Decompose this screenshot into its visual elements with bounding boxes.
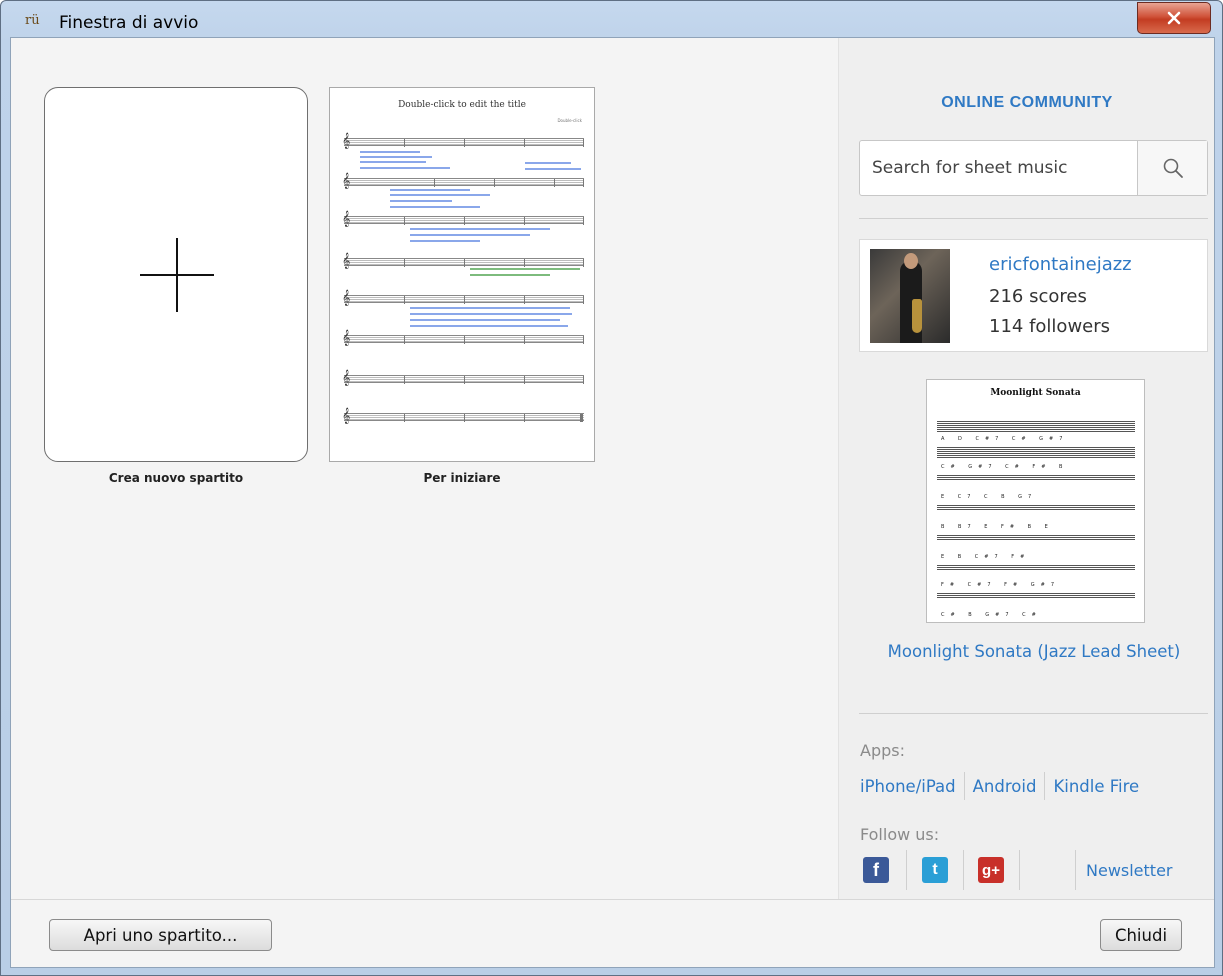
window-title: Finestra di avvio	[59, 13, 199, 33]
app-link-kindle-fire[interactable]: Kindle Fire	[1053, 777, 1139, 796]
thumbnail-staff: 𝄞	[342, 408, 584, 424]
divider	[859, 218, 1208, 219]
getting-started-thumbnail-title: Double-click to edit the title	[398, 100, 526, 110]
featured-score-thumbnail-title: Moonlight Sonata	[990, 388, 1081, 398]
user-score-count: 216 scores	[989, 286, 1087, 307]
follow-us-label: Follow us:	[860, 825, 940, 844]
search-icon	[1163, 158, 1183, 178]
thumbnail-staff: 𝄞	[342, 173, 584, 189]
open-score-button[interactable]: Apri uno spartito...	[49, 919, 272, 951]
templates-pane: Crea nuovo spartito Double-click to edit…	[11, 38, 838, 899]
dialog-button-bar: Apri uno spartito... Chiudi	[11, 899, 1214, 967]
featured-score-link[interactable]: Moonlight Sonata (Jazz Lead Sheet)	[879, 638, 1189, 666]
treble-clef-icon: 𝄞	[342, 133, 351, 149]
social-links: f t g+ Newsletter	[863, 850, 1173, 890]
newsletter-link[interactable]: Newsletter	[1086, 861, 1173, 880]
start-center-window: rü Finestra di avvio Crea nuovo spartito…	[0, 0, 1223, 976]
app-link-android[interactable]: Android	[973, 777, 1037, 796]
avatar[interactable]	[870, 249, 950, 343]
plus-icon	[140, 238, 214, 312]
thumbnail-staff: 𝄞	[342, 133, 584, 149]
google-plus-icon[interactable]: g+	[978, 857, 1004, 883]
close-button[interactable]: Chiudi	[1100, 919, 1182, 951]
thumbnail-staff: 𝄞	[342, 211, 584, 227]
search-button[interactable]	[1137, 141, 1207, 195]
app-links: iPhone/iPad Android Kindle Fire	[860, 772, 1139, 800]
create-new-score-label: Crea nuovo spartito	[108, 471, 244, 485]
window-close-button[interactable]	[1137, 2, 1211, 34]
thumbnail-staff: 𝄞	[342, 330, 584, 346]
twitter-icon[interactable]: t	[922, 857, 948, 883]
getting-started-thumbnail-composer: Double-click	[557, 118, 582, 123]
featured-user-card: ericfontainejazz 216 scores 114 follower…	[859, 239, 1208, 352]
sheet-music-search	[859, 140, 1208, 196]
username-link[interactable]: ericfontainejazz	[989, 254, 1132, 275]
client-area: Crea nuovo spartito Double-click to edit…	[10, 37, 1215, 968]
featured-score-thumbnail[interactable]: Moonlight Sonata A D C#7 C# G#7 C# G#7 C…	[926, 379, 1145, 623]
divider	[859, 713, 1208, 714]
title-bar[interactable]: rü Finestra di avvio	[1, 1, 1222, 37]
create-new-score-tile[interactable]	[44, 87, 308, 462]
musescore-app-icon: rü	[25, 13, 40, 28]
online-community-pane: ONLINE COMMUNITY ericfontainejazz 216 sc…	[838, 38, 1214, 899]
user-follower-count: 114 followers	[989, 316, 1111, 337]
facebook-icon[interactable]: f	[863, 857, 889, 883]
close-icon	[1167, 11, 1181, 25]
app-link-iphone-ipad[interactable]: iPhone/iPad	[860, 777, 956, 796]
online-community-title: ONLINE COMMUNITY	[941, 94, 1113, 111]
thumbnail-staff: 𝄞	[342, 253, 584, 269]
getting-started-tile[interactable]: Double-click to edit the title Double-cl…	[329, 87, 595, 462]
thumbnail-staff: 𝄞	[342, 370, 584, 386]
search-input[interactable]	[860, 141, 1137, 195]
thumbnail-staff: 𝄞	[342, 290, 584, 306]
getting-started-label: Per iniziare	[423, 471, 501, 485]
apps-label: Apps:	[860, 741, 905, 760]
